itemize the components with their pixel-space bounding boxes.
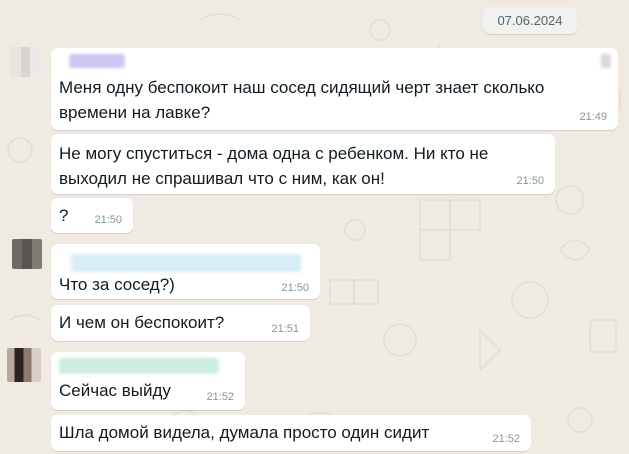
message-bubble[interactable]: Сейчас выйду 21:52 <box>51 352 245 410</box>
message-text: Не могу спуститься - дома одна с ребенко… <box>59 144 489 163</box>
message-bubble[interactable]: Шла домой видела, думала просто один сид… <box>51 415 531 451</box>
message-bubble[interactable]: Меня одну беспокоит наш сосед сидящий че… <box>51 48 618 130</box>
message-time: 21:49 <box>579 111 607 123</box>
message-time: 21:50 <box>94 214 122 226</box>
message-bubble[interactable]: Что за сосед?) 21:50 <box>51 244 320 299</box>
sender-name-redacted <box>59 358 219 374</box>
message-text: выходил не спрашивал что с ним, как он! <box>59 169 385 188</box>
message-time: 21:51 <box>271 323 299 335</box>
message-bubble[interactable]: ? 21:50 <box>51 198 133 233</box>
message-time: 21:50 <box>516 175 544 187</box>
message-time: 21:52 <box>206 391 234 403</box>
message-time: 21:52 <box>492 433 520 445</box>
message-text: Что за сосед?) <box>59 275 175 294</box>
avatar[interactable] <box>12 239 42 269</box>
message-text: времени на лавке? <box>59 103 211 122</box>
message-text: Шла домой видела, думала просто один сид… <box>59 423 430 442</box>
message-time: 21:50 <box>281 282 309 294</box>
sender-name-redacted <box>69 54 125 68</box>
message-text: Меня одну беспокоит наш сосед сидящий че… <box>59 78 545 97</box>
avatar[interactable] <box>7 348 41 382</box>
message-text: ? <box>59 206 69 225</box>
avatar[interactable] <box>9 47 39 77</box>
date-separator: 07.06.2024 <box>483 7 577 34</box>
message-bubble[interactable]: И чем он беспокоит? 21:51 <box>51 305 310 341</box>
sender-name-redacted <box>71 254 301 272</box>
message-text: И чем он беспокоит? <box>59 313 225 332</box>
message-bubble[interactable]: Не могу спуститься - дома одна с ребенко… <box>51 134 555 194</box>
sender-phone-redacted <box>601 54 611 68</box>
message-text: Сейчас выйду <box>59 381 171 400</box>
